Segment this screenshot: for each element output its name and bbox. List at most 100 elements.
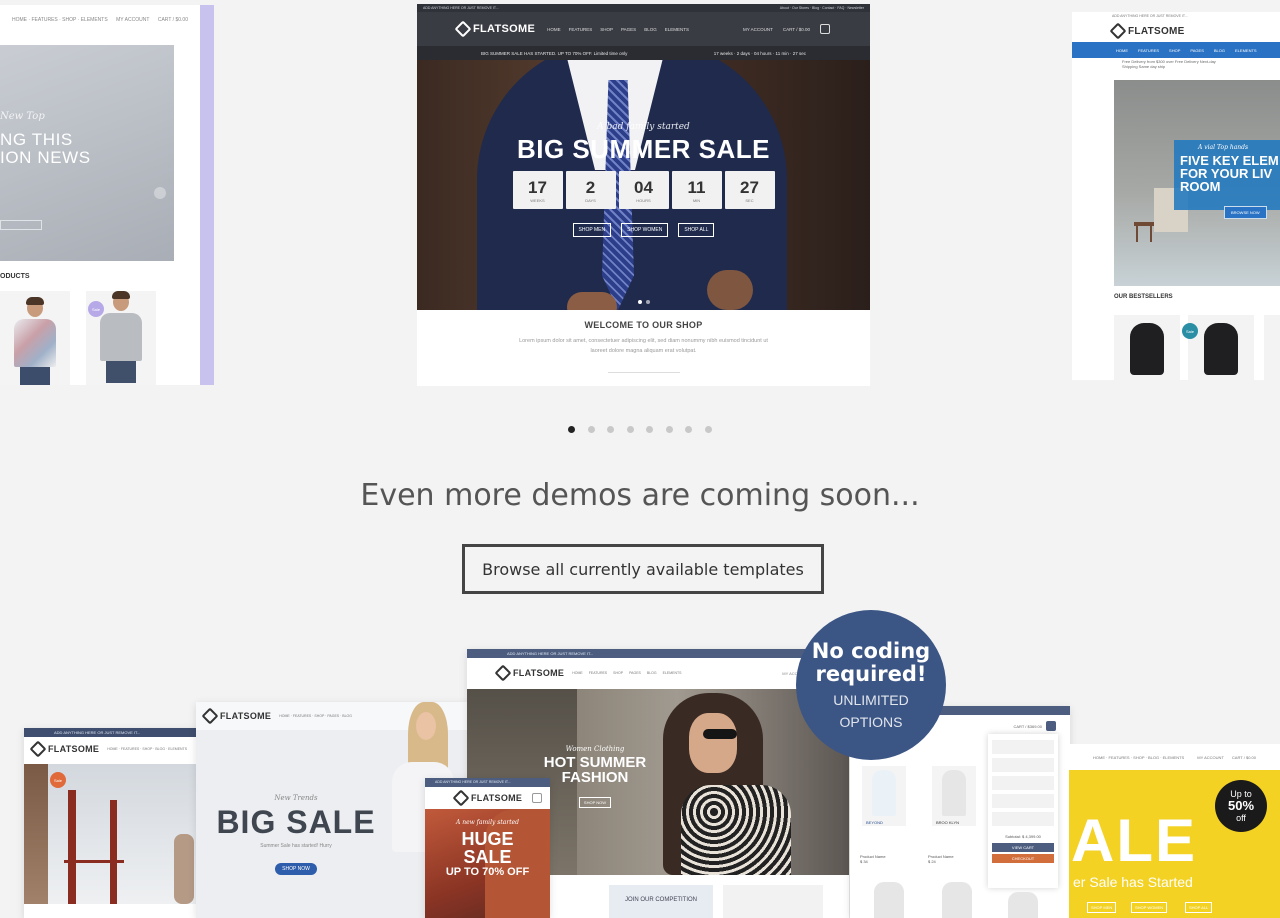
cart-item[interactable] bbox=[992, 776, 1054, 790]
product-card[interactable] bbox=[874, 882, 904, 918]
demo-card-main[interactable]: ADD ANYTHING HERE OR JUST REMOVE IT... A… bbox=[417, 4, 870, 386]
nav-item[interactable]: PAGES bbox=[621, 27, 636, 32]
slider-dot[interactable] bbox=[568, 426, 575, 433]
hero-title-1: HUGE bbox=[461, 829, 514, 849]
no-coding-badge: No coding required! UNLIMITED OPTIONS bbox=[796, 610, 946, 760]
cart-link[interactable]: CART / $369.00 bbox=[1013, 724, 1042, 729]
demo-card-right[interactable]: ADD ANYTHING HERE OR JUST REMOVE IT... F… bbox=[1072, 12, 1280, 380]
product-card[interactable] bbox=[1114, 315, 1180, 380]
nav-item[interactable]: BLOG bbox=[647, 671, 657, 675]
browse-now-button[interactable]: BROWSE NOW bbox=[1224, 206, 1267, 219]
nav-item[interactable]: ELEMENTS bbox=[663, 671, 682, 675]
product-card[interactable]: BROO KLYN bbox=[932, 766, 976, 826]
slider-dot[interactable] bbox=[587, 426, 595, 433]
shop-men-button[interactable]: SHOP MEN bbox=[572, 223, 612, 237]
nav-item[interactable]: ELEMENTS bbox=[1235, 48, 1257, 53]
account-link[interactable]: MY ACCOUNT bbox=[116, 17, 149, 23]
nav-item[interactable]: FEATURES bbox=[589, 671, 607, 675]
competition-banner[interactable]: JOIN OUR COMPETITION bbox=[609, 885, 713, 918]
browse-templates-button[interactable]: Browse all currently available templates bbox=[462, 544, 824, 594]
nav-item[interactable]: BLOG bbox=[644, 27, 657, 32]
cart-item[interactable] bbox=[992, 794, 1054, 808]
slider-dot[interactable] bbox=[607, 426, 614, 433]
product-info: Product Name $ 24 bbox=[928, 854, 954, 864]
shop-men-button[interactable]: SHOP MEN bbox=[1087, 902, 1117, 913]
collage-card-huge-sale[interactable]: ADD ANYTHING HERE OR JUST REMOVE IT... F… bbox=[425, 778, 550, 918]
nav-item[interactable]: PAGES bbox=[1190, 48, 1204, 53]
promo-bar: BIG SUMMER SALE HAS STARTED. UP TO 70% O… bbox=[417, 46, 870, 60]
hero-button-outline[interactable] bbox=[0, 220, 42, 230]
nav-item[interactable]: SHOP bbox=[1169, 48, 1180, 53]
slider-dot[interactable] bbox=[665, 426, 673, 433]
nav-item[interactable]: HOME bbox=[547, 27, 561, 32]
logo-icon bbox=[454, 20, 472, 38]
nav-item[interactable]: BLOG bbox=[1214, 48, 1225, 53]
product-card[interactable]: BEYOND bbox=[862, 766, 906, 826]
countdown-weeks: 17 WEEKS bbox=[512, 171, 563, 209]
demo-card-left[interactable]: HOME · FEATURES · SHOP · ELEMENTS MY ACC… bbox=[0, 5, 214, 385]
countdown-value: 17 bbox=[528, 177, 547, 197]
cart-icon[interactable] bbox=[532, 793, 542, 803]
collage-card-yellow-sale[interactable]: HOME · FEATURES · SHOP · BLOG · ELEMENTS… bbox=[1069, 744, 1280, 918]
nav-item[interactable]: HOME bbox=[572, 671, 583, 675]
slider-dot[interactable] bbox=[626, 426, 634, 433]
flatsome-logo[interactable]: FLATSOME bbox=[1109, 22, 1185, 40]
shop-now-button[interactable]: SHOP NOW bbox=[275, 863, 317, 875]
account-link[interactable]: MY ACCOUNT bbox=[743, 27, 773, 32]
slider-next-icon[interactable] bbox=[154, 187, 166, 199]
hero-script: A vial Top hands bbox=[1198, 144, 1249, 151]
cart-icon[interactable] bbox=[1046, 721, 1056, 731]
product-card[interactable] bbox=[1008, 892, 1038, 918]
bridge-tower bbox=[110, 800, 117, 904]
slider-dot[interactable] bbox=[704, 426, 712, 433]
shop-women-button[interactable]: SHOP WOMEN bbox=[621, 223, 669, 237]
page: HOME · FEATURES · SHOP · ELEMENTS MY ACC… bbox=[0, 0, 1280, 918]
flatsome-logo[interactable]: FLATSOME bbox=[201, 707, 271, 725]
checkout-button[interactable]: CHECKOUT bbox=[992, 854, 1054, 863]
product-thumb[interactable] bbox=[723, 885, 823, 918]
nav-item[interactable]: FEATURES bbox=[1138, 48, 1159, 53]
product-card[interactable]: Sale bbox=[1182, 315, 1254, 380]
nav-item[interactable]: ELEMENTS bbox=[665, 27, 689, 32]
flatsome-logo[interactable]: FLATSOME bbox=[494, 664, 564, 682]
product-card[interactable] bbox=[0, 291, 70, 385]
hand-image bbox=[707, 270, 753, 310]
hero-dot[interactable] bbox=[637, 300, 642, 304]
cart-link[interactable]: CART / $0.00 bbox=[1232, 755, 1256, 760]
hero-dot[interactable] bbox=[645, 300, 650, 304]
nav-item[interactable]: SHOP bbox=[613, 671, 623, 675]
sale-badge: Sale bbox=[50, 772, 66, 788]
logo-icon bbox=[201, 707, 219, 725]
shop-now-button[interactable]: SHOP NOW bbox=[578, 797, 612, 808]
cart-link[interactable]: CART / $0.00 bbox=[783, 27, 810, 32]
product-card[interactable] bbox=[1264, 315, 1280, 380]
shop-women-button[interactable]: SHOP WOMEN bbox=[1131, 902, 1168, 913]
shop-all-button[interactable]: SHOP ALL bbox=[1185, 902, 1213, 913]
model-image bbox=[872, 770, 896, 816]
view-cart-button[interactable]: VIEW CART bbox=[992, 843, 1054, 852]
model-face bbox=[689, 713, 737, 773]
cart-item[interactable] bbox=[992, 758, 1054, 772]
hero-banner: A vial Top hands FIVE KEY ELEM FOR YOUR … bbox=[1114, 80, 1280, 286]
badge-line-4: OPTIONS bbox=[839, 714, 903, 730]
nav-item[interactable]: FEATURES bbox=[569, 27, 593, 32]
chair-leg bbox=[1136, 226, 1138, 242]
cart-icon[interactable] bbox=[820, 24, 830, 34]
cart-link[interactable]: CART / $0.00 bbox=[158, 17, 188, 23]
hoodie-image bbox=[1204, 323, 1238, 375]
account-link[interactable]: MY ACCOUNT bbox=[1197, 755, 1224, 760]
cart-item[interactable] bbox=[992, 740, 1054, 754]
nav-item[interactable]: PAGES bbox=[629, 671, 641, 675]
slider-dot[interactable] bbox=[685, 426, 692, 433]
flatsome-logo[interactable]: FLATSOME bbox=[454, 20, 535, 38]
product-card[interactable]: Sale bbox=[86, 291, 156, 385]
cart-item[interactable] bbox=[992, 812, 1054, 826]
product-card[interactable] bbox=[942, 882, 972, 918]
nav-item[interactable]: SHOP bbox=[600, 27, 613, 32]
flatsome-logo[interactable]: FLATSOME bbox=[452, 789, 522, 807]
slider-dot[interactable] bbox=[646, 426, 653, 433]
nav-item[interactable]: HOME bbox=[1116, 48, 1128, 53]
shop-all-button[interactable]: SHOP ALL bbox=[678, 223, 715, 237]
flatsome-logo[interactable]: FLATSOME bbox=[29, 740, 99, 758]
collage-card-bridge[interactable]: ADD ANYTHING HERE OR JUST REMOVE IT... F… bbox=[24, 728, 204, 918]
